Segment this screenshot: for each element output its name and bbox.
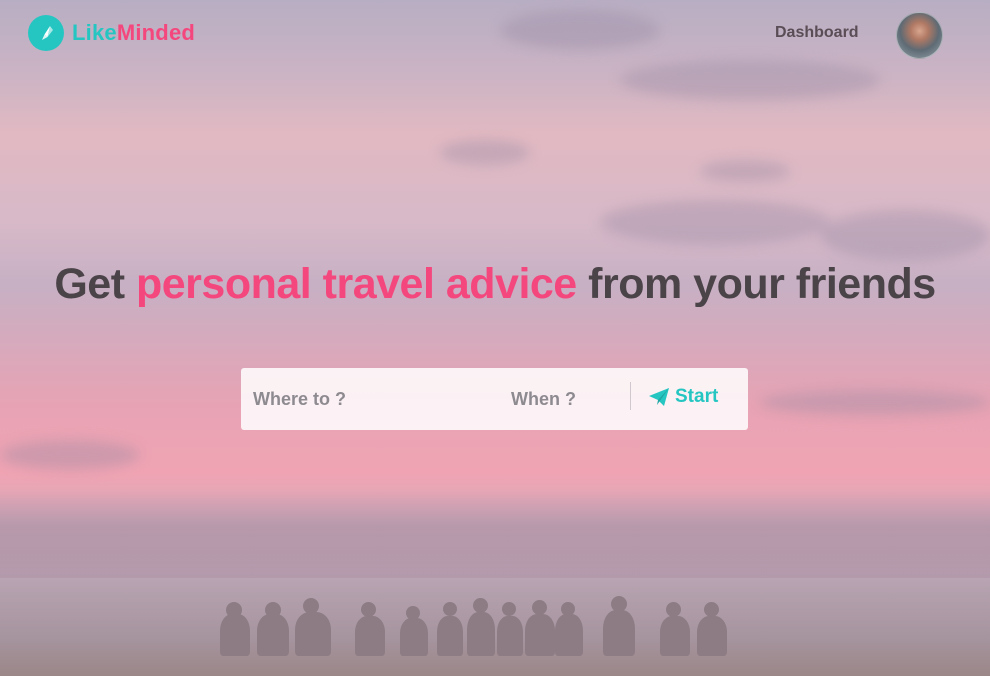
start-button[interactable]: Start [649, 380, 718, 414]
hero-headline: Get personal travel advice from your fri… [54, 260, 936, 308]
trip-search-bar: Start [241, 368, 748, 430]
user-avatar[interactable] [896, 12, 943, 59]
background-image [0, 0, 990, 676]
date-input[interactable] [511, 368, 621, 430]
brand-logo[interactable]: LikeMinded [28, 15, 195, 51]
destination-input[interactable] [253, 368, 493, 430]
divider [630, 382, 631, 410]
brand-name: LikeMinded [72, 20, 196, 45]
dashboard-link[interactable]: Dashboard [775, 24, 859, 42]
headline-accent: personal travel advice [135, 260, 577, 308]
compass-icon [28, 15, 64, 51]
people-silhouettes [215, 596, 735, 656]
paper-plane-icon [649, 388, 669, 406]
top-navbar: LikeMinded Dashboard [0, 0, 990, 70]
